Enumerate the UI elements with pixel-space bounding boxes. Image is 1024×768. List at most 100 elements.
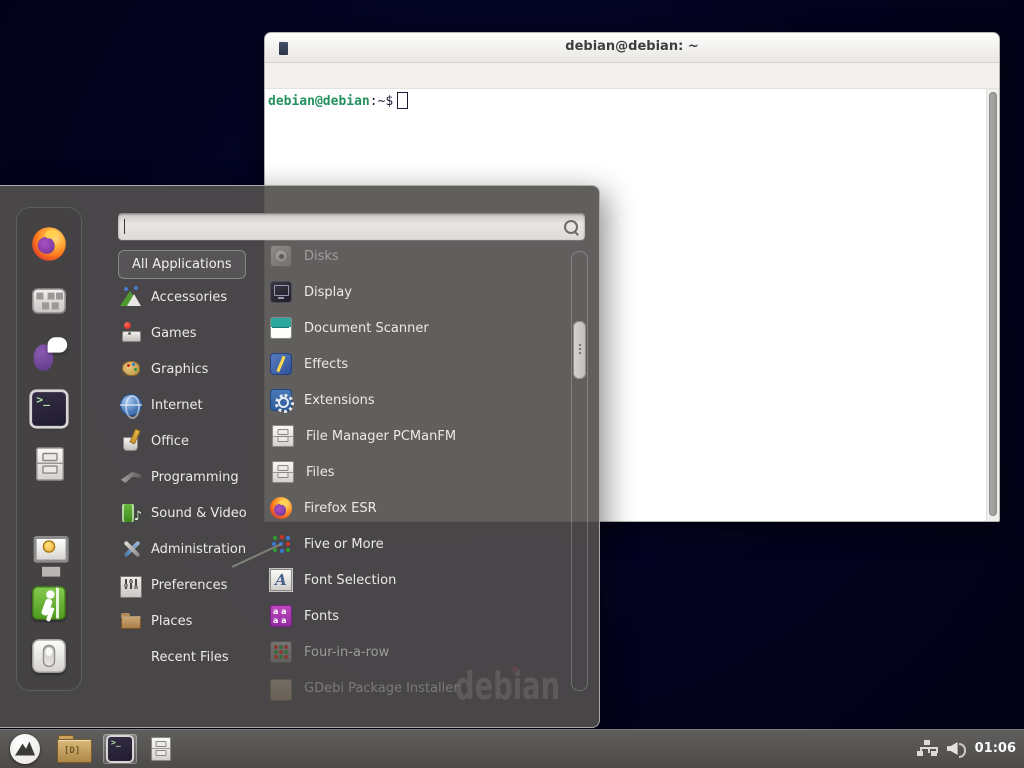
favorite-pidgin-messenger[interactable]: [25, 336, 73, 372]
package-manager-icon: [32, 288, 66, 313]
category-all-applications[interactable]: All Applications: [118, 250, 246, 279]
cabinet-icon: [151, 737, 171, 761]
display-icon: [270, 281, 292, 303]
gdebi-icon: [270, 679, 292, 701]
font-selection-icon: [270, 569, 292, 591]
application-list: Disks Display Document Scanner Effects: [266, 238, 568, 706]
category-preferences[interactable]: Preferences: [120, 567, 266, 603]
prompt-user-host: debian@debian: [268, 94, 370, 109]
internet-icon: [120, 394, 142, 416]
app-document-scanner[interactable]: Document Scanner: [266, 310, 568, 346]
search-input[interactable]: [124, 213, 563, 240]
extensions-icon: [270, 389, 292, 411]
launcher-file-manager-pcmanfm[interactable]: [D]: [52, 732, 96, 765]
favorite-package-manager[interactable]: [25, 281, 73, 317]
shut-down-icon: [32, 639, 66, 673]
no-icon: [933, 37, 958, 58]
menu-logo-icon: [10, 734, 40, 764]
window-title: debian@debian: ~: [265, 39, 999, 54]
effects-icon: [270, 353, 292, 375]
launcher-terminal[interactable]: [103, 734, 137, 764]
preferences-icon: [120, 576, 142, 598]
pidgin-icon: [32, 337, 66, 371]
app-gdebi-package-installer[interactable]: GDebi Package Installer: [266, 670, 568, 706]
terminal-icon: [108, 737, 132, 761]
favorite-terminal[interactable]: [25, 391, 73, 427]
cabinet-icon: [272, 461, 294, 483]
four-in-a-row-icon: [270, 641, 292, 663]
terminal-titlebar[interactable]: debian@debian: ~: [265, 33, 999, 63]
menu-scrollbar-thumb[interactable]: [573, 321, 586, 379]
taskbar: [D] 01:06: [0, 729, 1024, 768]
system-tray: 01:06: [917, 740, 1024, 758]
category-accessories[interactable]: Accessories: [120, 279, 266, 315]
favorite-firefox[interactable]: [25, 226, 73, 262]
sound-video-icon: [120, 502, 142, 524]
favorites-column: [16, 207, 82, 691]
document-scanner-icon: [270, 317, 292, 339]
app-firefox-esr[interactable]: Firefox ESR: [266, 490, 568, 526]
taskbar-launchers: [D]: [5, 731, 176, 767]
cabinet-icon: [272, 425, 294, 447]
window-control-close[interactable]: [966, 37, 991, 58]
app-four-in-a-row[interactable]: Four-in-a-row: [266, 634, 568, 670]
firefox-icon: [32, 227, 66, 261]
category-list: Accessories Games Graphics Internet: [120, 279, 266, 675]
programming-icon: [120, 466, 142, 488]
desktop: debian debian@debian: ~ debian@debian:~$: [0, 0, 1024, 768]
terminal-icon: [32, 392, 66, 426]
window-controls: [900, 37, 991, 58]
category-programming[interactable]: Programming: [120, 459, 266, 495]
places-icon: [120, 610, 142, 632]
disks-icon: [270, 245, 292, 267]
app-five-or-more[interactable]: Five or More: [266, 526, 568, 562]
app-extensions[interactable]: Extensions: [266, 382, 568, 418]
games-icon: [120, 322, 142, 344]
app-file-manager-pcmanfm[interactable]: File Manager PCManFM: [266, 418, 568, 454]
search-box: [118, 213, 585, 240]
fonts-icon: [270, 605, 292, 627]
category-office[interactable]: Office: [120, 423, 266, 459]
search-icon: [563, 219, 579, 235]
category-recent-files[interactable]: Recent Files: [120, 639, 266, 675]
graphics-icon: [120, 358, 142, 380]
favorite-launchers: [25, 226, 73, 482]
application-menu: All Applications Accessories Games Graph…: [0, 185, 600, 728]
favorite-file-manager[interactable]: [25, 446, 73, 482]
category-places[interactable]: Places: [120, 603, 266, 639]
category-internet[interactable]: Internet: [120, 387, 266, 423]
category-graphics[interactable]: Graphics: [120, 351, 266, 387]
app-disks[interactable]: Disks: [266, 238, 568, 274]
category-sound-video[interactable]: Sound & Video: [120, 495, 266, 531]
log-out-icon: [32, 586, 66, 620]
session-log-out[interactable]: [25, 585, 73, 621]
firefox-icon: [270, 497, 292, 519]
app-font-selection[interactable]: Font Selection: [266, 562, 568, 598]
network-icon: [917, 740, 937, 758]
session-shut-down[interactable]: [25, 638, 73, 674]
menu-scrollbar[interactable]: [571, 251, 588, 691]
window-control-maximize[interactable]: [933, 37, 958, 58]
tray-volume[interactable]: [946, 740, 966, 757]
app-files[interactable]: Files: [266, 454, 568, 490]
administration-icon: [120, 538, 142, 560]
terminal-cursor: [397, 92, 408, 109]
app-effects[interactable]: Effects: [266, 346, 568, 382]
terminal-scrollbar-thumb[interactable]: [989, 92, 997, 516]
app-fonts[interactable]: Fonts: [266, 598, 568, 634]
accessories-icon: [120, 286, 142, 308]
session-lock-screen[interactable]: [25, 532, 73, 568]
app-display[interactable]: Display: [266, 274, 568, 310]
window-control-minimize[interactable]: [900, 37, 925, 58]
clock[interactable]: 01:06: [975, 741, 1016, 756]
text-caret: [124, 219, 125, 234]
terminal-scrollbar[interactable]: [986, 89, 999, 521]
launcher-menu[interactable]: [5, 731, 45, 767]
launcher-files[interactable]: [144, 734, 176, 764]
tray-network[interactable]: [917, 740, 937, 758]
category-games[interactable]: Games: [120, 315, 266, 351]
no-icon: [966, 37, 991, 58]
session-buttons: [25, 532, 73, 674]
office-icon: [120, 430, 142, 452]
lock-screen-icon: [32, 533, 66, 567]
